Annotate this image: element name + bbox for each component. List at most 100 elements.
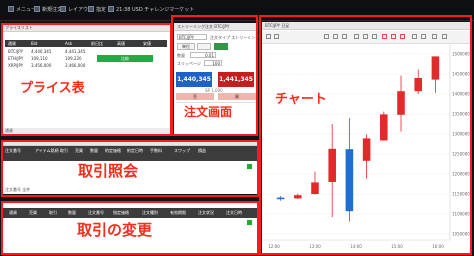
row-ask: 109,220 (65, 56, 82, 61)
indicator-icon[interactable] (342, 34, 347, 39)
slippage-value: 100 (212, 61, 220, 66)
unit-button[interactable]: 単位 (177, 43, 195, 50)
price-row[interactable]: XRP/JPY 3,456,000 3,466,000 (5, 62, 167, 69)
settings-label: 指定 (96, 6, 107, 13)
pair-select[interactable]: BTC/JPY (177, 34, 207, 40)
price-tick-label: 1300000 (452, 132, 470, 137)
ch-2: 売買 (29, 210, 37, 215)
price-tick-label: 1250000 (452, 152, 470, 157)
price-tick-label: 1050000 (452, 232, 470, 237)
sell-button[interactable]: 売 (176, 93, 214, 100)
chart-title: BTC/JPY 日足 (262, 22, 472, 30)
draw-icon[interactable] (354, 34, 359, 39)
price-tick-label: 1100000 (452, 212, 470, 217)
screenshot-icon[interactable] (442, 34, 447, 39)
row-pair: ETH/JPY (8, 56, 24, 61)
th-1: 注文番号 (5, 148, 21, 153)
add-icon[interactable] (247, 164, 252, 169)
slippage-label: スリッページ (177, 61, 201, 66)
menu-bar: メニュー 新規注文 レイアウト 指定 21:38 USD チャレンジマーケット (0, 0, 474, 21)
quantity-input[interactable]: 0.01 (190, 52, 216, 58)
zoom-icon[interactable] (363, 34, 368, 39)
menu-button[interactable]: メニュー (8, 4, 36, 14)
th-8: 手数料 (150, 148, 162, 153)
th-5: 数量 (90, 148, 98, 153)
trend-line-icon[interactable] (382, 34, 387, 39)
col-pair: 通貨 (8, 41, 16, 46)
ch-7: 注文種別 (142, 210, 158, 215)
time-tick-label: 12:00 (268, 244, 280, 249)
ch-6: 指定価格 (113, 210, 129, 215)
buy-button[interactable]: 買 (218, 93, 256, 100)
price-tick-label: 1350000 (452, 112, 470, 117)
order-panel-title: ストリーミング注文 BTC/JPY (174, 23, 258, 31)
candle-up (431, 56, 440, 80)
settings-icon[interactable] (432, 34, 437, 39)
line-icon[interactable] (333, 34, 338, 39)
candle-up (397, 91, 405, 115)
new-order-button[interactable]: 新規注文 (34, 4, 62, 14)
col-ask: Ask (65, 41, 73, 46)
text-icon[interactable] (412, 34, 417, 39)
fib-icon[interactable] (400, 34, 405, 39)
add-icon[interactable] (247, 220, 252, 225)
slippage-input[interactable]: 100 (204, 60, 222, 66)
price-list-title: プライスリスト (2, 24, 170, 32)
price-list-footer[interactable]: 通貨 (2, 128, 170, 134)
buy-price-button[interactable]: 1,441,345 (218, 72, 254, 87)
th-3: 取引 (60, 148, 68, 153)
chart-toolbar (262, 31, 472, 44)
col-high: 高値 (117, 41, 125, 46)
order-change-header: 通貨 売買 取引 数量 注文番号 指定価格 注文種別 有効期限 注文状況 注文日… (2, 208, 257, 218)
quantity-label: 数量 (177, 53, 185, 58)
trade-inquiry-footer: 注文番号 全件 (5, 187, 31, 192)
row-bid: 4,440,345 (31, 49, 52, 54)
candle-icon[interactable] (324, 34, 329, 39)
th-7: 約定日時 (127, 148, 143, 153)
time-tick-label: 15:00 (391, 244, 403, 249)
row-bid: 3,456,000 (31, 63, 52, 68)
trade-inquiry-caption: 取引照会 (78, 162, 139, 180)
price-tick-label: 1150000 (452, 192, 470, 197)
horizontal-line-icon[interactable] (391, 34, 396, 39)
ch-4: 数量 (68, 210, 76, 215)
col-bid: Bid (31, 41, 38, 46)
pair-select-icon[interactable] (266, 34, 271, 39)
sell-price-button[interactable]: 1,440,345 (176, 72, 212, 87)
unit-button-3[interactable] (214, 43, 228, 50)
th-6: 約定価格 (105, 148, 121, 153)
candle-up (311, 182, 319, 194)
row-bid: 109,110 (31, 56, 48, 61)
col-low: 安値 (143, 41, 151, 46)
price-tick-label: 1450000 (452, 72, 470, 77)
price-tick-label: 1400000 (452, 92, 470, 97)
order-caption: 注文画面 (184, 105, 233, 119)
eraser-icon[interactable] (421, 34, 426, 39)
time-tick-label: 16:00 (432, 244, 444, 249)
timeframe-icon[interactable] (274, 34, 279, 39)
menu-label: メニュー (16, 6, 37, 13)
crosshair-icon[interactable] (372, 34, 377, 39)
price-tick-label: 1200000 (452, 172, 470, 177)
unit-button-2[interactable] (197, 43, 211, 50)
ch-5: 注文番号 (88, 210, 104, 215)
quantity-value: 0.01 (205, 53, 214, 58)
col-change: 前日比 (91, 41, 103, 46)
order-type-label: 注文タイプ ストリーミング (210, 35, 260, 40)
price-row[interactable]: ETH/JPY 109,110 109,220 (5, 55, 167, 62)
th-4: 売買 (75, 148, 83, 153)
candle-up (414, 78, 422, 92)
chart-area[interactable]: 1500000 1450000 1400000 1350000 1300000 12500… (262, 44, 472, 252)
candle-down (345, 149, 354, 212)
th-9: スワップ (174, 148, 190, 153)
candle-up (380, 114, 388, 141)
ch-8: 有効期限 (170, 210, 186, 215)
settings-button[interactable]: 指定 (88, 4, 106, 14)
th-2: アイテム銘柄 (35, 148, 59, 153)
price-row[interactable]: BTC/JPY 4,440,345 4,441,345 (5, 48, 167, 55)
new-order-label: 新規注文 (42, 6, 63, 13)
layout-icon (60, 6, 66, 12)
chart-caption: チャート (275, 92, 327, 107)
market-status: 21:38 USD チャレンジマーケット (108, 4, 194, 14)
price-caption: プライス表 (20, 81, 85, 96)
